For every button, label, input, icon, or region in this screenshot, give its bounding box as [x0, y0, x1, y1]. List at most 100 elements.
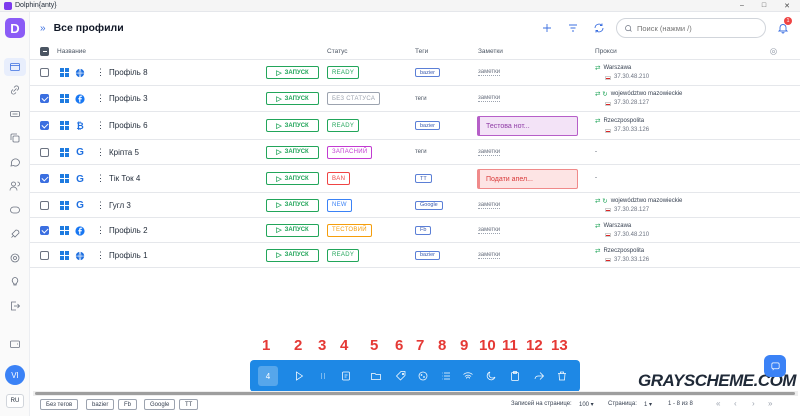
support-chat-button[interactable] — [764, 355, 786, 377]
more-actions-icon[interactable]: ⋮ — [96, 200, 105, 210]
more-actions-icon[interactable]: ⋮ — [96, 147, 105, 157]
status-badge[interactable]: NEW — [327, 198, 352, 212]
notes-field[interactable]: заметки — [478, 227, 501, 234]
expand-sidebar-icon[interactable]: » — [40, 23, 46, 34]
row-checkbox[interactable] — [40, 121, 49, 130]
settings-icon[interactable] — [8, 251, 22, 265]
filter-tag[interactable]: Fb — [118, 399, 138, 410]
status-badge[interactable]: READY — [327, 119, 360, 132]
col-status-header[interactable]: Статус — [327, 48, 348, 55]
profile-name[interactable]: Кріпта 5 — [109, 148, 139, 157]
first-page-button[interactable]: « — [716, 399, 720, 408]
tag-chip[interactable]: теги — [415, 147, 427, 157]
notes-field[interactable]: заметки — [478, 202, 501, 209]
search-box[interactable] — [616, 18, 766, 38]
profile-name[interactable]: Профіль 3 — [109, 94, 148, 103]
lightbulb-icon[interactable] — [8, 275, 22, 289]
api-icon[interactable] — [8, 203, 22, 217]
prev-page-button[interactable]: ‹ — [734, 399, 737, 408]
notifications-button[interactable]: 1 — [774, 17, 792, 38]
table-row[interactable]: G ⋮ Тік Ток 4 ▷ ЗАПУСК BAN TT Подати апел... - — [30, 165, 800, 193]
more-actions-icon[interactable]: ⋮ — [96, 250, 105, 260]
profile-name[interactable]: Профіль 2 — [109, 226, 148, 235]
notes-field[interactable]: заметки — [478, 252, 501, 259]
proxy-cell[interactable]: ⇄ Warszawa 37.30.48.210 — [595, 64, 649, 82]
filter-tag[interactable]: bazier — [86, 399, 115, 410]
status-badge[interactable]: БЕЗ СТАТУСА — [327, 92, 381, 105]
wifi-icon[interactable] — [461, 369, 475, 383]
table-row[interactable]: ⋮ Профіль 3 ▷ ЗАПУСК БЕЗ СТАТУСА теги заметки ⇄… — [30, 86, 800, 112]
note-box[interactable]: Тестова нот... — [477, 116, 578, 136]
page-select[interactable]: 1 ▾ — [644, 401, 652, 408]
run-button[interactable]: ▷ ЗАПУСК — [266, 172, 319, 185]
proxy-cell[interactable]: ⇄ ↻ województwo mazowieckie 37.30.28.127 — [595, 197, 682, 215]
row-checkbox[interactable] — [40, 147, 49, 157]
link-icon[interactable] — [8, 83, 22, 97]
close-button[interactable]: ✕ — [784, 2, 790, 10]
tag-chip[interactable]: bazier — [415, 250, 440, 260]
rotate-icon[interactable]: ⇄ ↻ — [595, 197, 608, 206]
browser-profiles-icon[interactable] — [4, 58, 26, 76]
list-icon[interactable] — [439, 369, 453, 383]
col-tags-header[interactable]: Теги — [415, 48, 428, 55]
run-button[interactable]: ▷ ЗАПУСК — [266, 92, 319, 105]
proxy-cell[interactable]: ⇄ ↻ województwo mazowieckie 37.30.28.127 — [595, 90, 682, 108]
status-badge[interactable]: ТЕСТОВИЙ — [327, 223, 372, 237]
rotate-icon[interactable]: ⇄ — [595, 117, 600, 126]
per-page-select[interactable]: 100 ▾ — [579, 401, 594, 408]
minimize-button[interactable]: – — [740, 2, 744, 10]
notes-field[interactable]: заметки — [478, 69, 501, 76]
rotate-icon[interactable]: ⇄ — [595, 64, 600, 73]
filter-tag[interactable]: Без тегов — [40, 399, 79, 410]
filter-tag[interactable]: Google — [144, 399, 176, 410]
maximize-button[interactable]: □ — [762, 2, 766, 10]
language-switch[interactable]: RU — [6, 394, 24, 408]
table-row[interactable]: ⋮ Профіль 2 ▷ ЗАПУСК ТЕСТОВИЙ Fb заметки ⇄ Warsz… — [30, 218, 800, 243]
tag-chip[interactable]: Google — [415, 200, 443, 210]
rotate-icon[interactable]: ⇄ — [595, 222, 600, 231]
status-badge[interactable]: READY — [327, 248, 360, 262]
tag-chip[interactable]: TT — [415, 174, 432, 183]
more-actions-icon[interactable]: ⋮ — [96, 68, 105, 77]
table-row[interactable]: ₿ ⋮ Профіль 6 ▷ ЗАПУСК READY bazier Тестова нот… — [30, 112, 800, 140]
run-button[interactable]: ▷ ЗАПУСК — [266, 66, 319, 79]
filter-tag[interactable]: TT — [179, 399, 199, 410]
proxy-icon[interactable] — [8, 107, 22, 121]
proxy-cell[interactable]: ⇄ Rzeczpospolita 37.30.33.126 — [595, 117, 649, 135]
folder-icon[interactable] — [369, 369, 383, 383]
play-icon[interactable] — [292, 369, 306, 383]
row-checkbox[interactable] — [40, 174, 49, 183]
note-icon[interactable] — [339, 369, 353, 383]
select-all-checkbox[interactable] — [40, 47, 49, 56]
next-page-button[interactable]: › — [752, 399, 755, 408]
trash-icon[interactable] — [555, 369, 569, 383]
app-logo[interactable]: D — [5, 18, 25, 38]
rocket-icon[interactable] — [8, 227, 22, 241]
profile-name[interactable]: Профіль 8 — [109, 68, 148, 77]
tag-chip[interactable]: Fb — [415, 225, 432, 235]
chat-bubble-icon[interactable] — [8, 155, 22, 169]
run-button[interactable]: ▷ ЗАПУСК — [266, 145, 319, 159]
proxy-cell[interactable]: - — [595, 148, 597, 157]
profile-name[interactable]: Гугл 3 — [109, 201, 131, 210]
rotate-icon[interactable]: ⇄ — [595, 247, 600, 256]
share-icon[interactable] — [532, 369, 546, 383]
status-badge[interactable]: ЗАПАСНИЙ — [327, 145, 373, 159]
status-badge[interactable]: BAN — [327, 172, 351, 185]
last-page-button[interactable]: » — [768, 399, 772, 408]
run-button[interactable]: ▷ ЗАПУСК — [266, 119, 319, 132]
refresh-button[interactable] — [586, 17, 612, 39]
status-badge[interactable]: READY — [327, 66, 360, 79]
copy-icon[interactable] — [8, 131, 22, 145]
proxy-cell[interactable]: ⇄ Warszawa 37.30.48.210 — [595, 222, 649, 240]
row-checkbox[interactable] — [40, 250, 49, 260]
profile-name[interactable]: Профіль 6 — [109, 121, 148, 130]
run-button[interactable]: ▷ ЗАПУСК — [266, 248, 319, 262]
logout-icon[interactable] — [8, 299, 22, 313]
notes-field[interactable]: заметки — [478, 95, 501, 102]
columns-settings-icon[interactable] — [769, 47, 778, 56]
scrollbar-thumb[interactable] — [35, 392, 795, 395]
add-profile-button[interactable] — [534, 17, 560, 39]
more-actions-icon[interactable]: ⋮ — [96, 225, 105, 235]
tag-chip[interactable]: bazier — [415, 121, 440, 130]
